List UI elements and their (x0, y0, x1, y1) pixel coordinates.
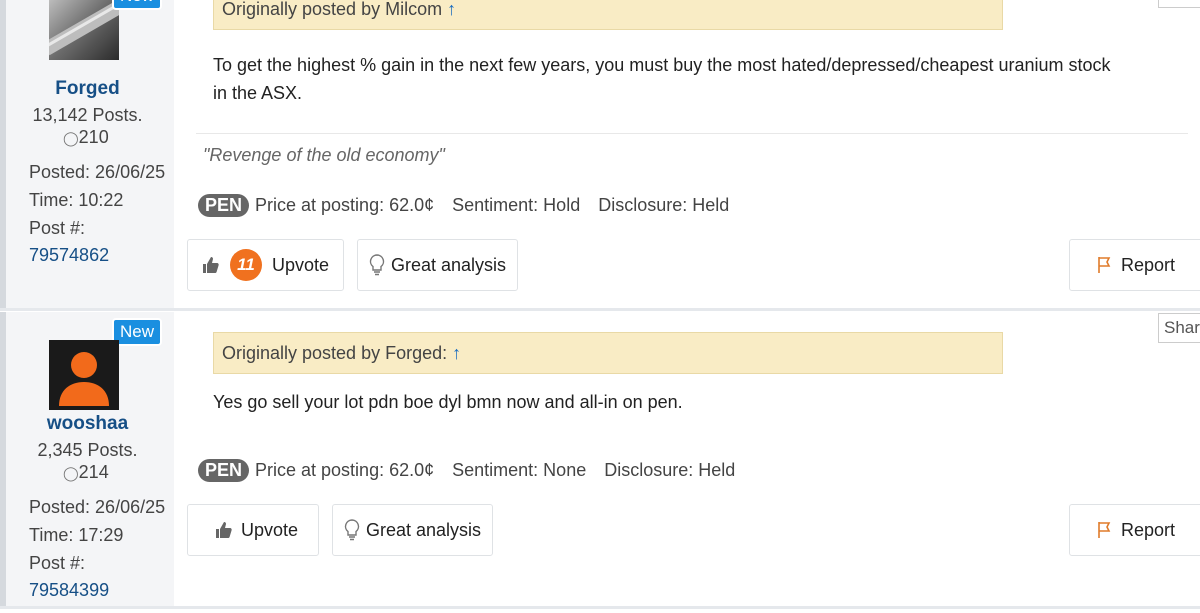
avatar[interactable] (49, 340, 119, 410)
new-badge: New (112, 318, 163, 346)
reputation-value: 214 (78, 462, 109, 482)
great-analysis-label: Great analysis (366, 519, 482, 540)
great-analysis-label: Great analysis (391, 254, 507, 275)
username[interactable]: Forged (0, 78, 175, 100)
reputation: ◯210 (63, 127, 109, 148)
post-count: 2,345 Posts. (37, 440, 138, 460)
post-number-label: Post #: (29, 218, 86, 238)
stock-info: PEN Price at posting: 62.0¢ Sentiment: H… (198, 194, 729, 217)
posted-time: Time: 10:22 (29, 190, 124, 210)
upvote-button[interactable]: Upvote (187, 504, 319, 556)
price-at-posting: Price at posting: 62.0¢ (255, 195, 435, 215)
lightbulb-icon: ◯ (63, 465, 79, 481)
signature-divider (196, 133, 1188, 134)
new-badge: New (112, 0, 163, 10)
quote-text: Originally posted by Forged: (222, 343, 448, 363)
post-separator (0, 606, 1200, 609)
share-button[interactable] (1158, 0, 1200, 8)
thumbs-up-icon (202, 256, 220, 274)
post-number[interactable]: 79574862 (29, 245, 109, 266)
quote-link-arrow-icon[interactable]: ↑ (447, 0, 456, 19)
report-label: Report (1121, 254, 1176, 275)
reputation: ◯214 (63, 462, 109, 483)
posted-date: Posted: 26/06/25 (29, 162, 166, 182)
disclosure: Disclosure: Held (604, 460, 736, 480)
reputation-value: 210 (78, 127, 109, 147)
ticker-badge[interactable]: PEN (198, 459, 250, 482)
post-body-line: To get the highest % gain in the next fe… (213, 55, 1111, 75)
report-button[interactable]: Report (1069, 504, 1200, 556)
great-analysis-button[interactable]: Great analysis (357, 239, 518, 291)
sentiment: Sentiment: None (452, 460, 587, 480)
thumbs-up-icon (215, 521, 233, 539)
flag-icon (1097, 521, 1115, 539)
signature: "Revenge of the old economy" (203, 145, 445, 165)
post-1: New Forged 13,142 Posts. ◯210 Posted: 26… (0, 0, 1200, 310)
price-at-posting: Price at posting: 62.0¢ (255, 460, 435, 480)
person-icon (49, 340, 119, 410)
post-body-line: in the ASX. (213, 83, 303, 103)
avatar[interactable] (49, 0, 119, 60)
lightbulb-icon (369, 254, 385, 276)
ticker-badge[interactable]: PEN (198, 194, 250, 217)
upvote-count: 11 (230, 249, 262, 281)
great-analysis-button[interactable]: Great analysis (332, 504, 493, 556)
upvote-label: Upvote (272, 254, 330, 275)
quote-link-arrow-icon[interactable]: ↑ (452, 343, 461, 363)
posted-date: Posted: 26/06/25 (29, 497, 166, 517)
upvote-button[interactable]: 11 Upvote (187, 239, 344, 291)
quote-text: Originally posted by Milcom (222, 0, 443, 19)
disclosure: Disclosure: Held (598, 195, 730, 215)
quote-header: Originally posted by Forged: ↑ (213, 332, 1003, 374)
report-button[interactable]: Report (1069, 239, 1200, 291)
post-body: To get the highest % gain in the next fe… (213, 51, 1153, 107)
post-number-label: Post #: (29, 553, 86, 573)
posted-time: Time: 17:29 (29, 525, 124, 545)
lightbulb-icon (344, 519, 360, 541)
stock-info: PEN Price at posting: 62.0¢ Sentiment: N… (198, 459, 735, 482)
post-number[interactable]: 79584399 (29, 580, 109, 601)
post-separator (0, 308, 1200, 311)
sentiment: Sentiment: Hold (452, 195, 581, 215)
lightbulb-icon: ◯ (63, 130, 79, 146)
quote-header: Originally posted by Milcom ↑ (213, 0, 1003, 30)
flag-icon (1097, 256, 1115, 274)
username[interactable]: wooshaa (0, 413, 175, 435)
report-label: Report (1121, 519, 1176, 540)
post-body: Yes go sell your lot pdn boe dyl bmn now… (213, 388, 1153, 416)
post-2: New wooshaa 2,345 Posts. ◯214 Posted: 26… (0, 312, 1200, 608)
share-button[interactable]: Share (1158, 313, 1200, 343)
upvote-label: Upvote (241, 519, 299, 540)
post-body-line: Yes go sell your lot pdn boe dyl bmn now… (213, 392, 683, 412)
post-count: 13,142 Posts. (32, 105, 143, 125)
